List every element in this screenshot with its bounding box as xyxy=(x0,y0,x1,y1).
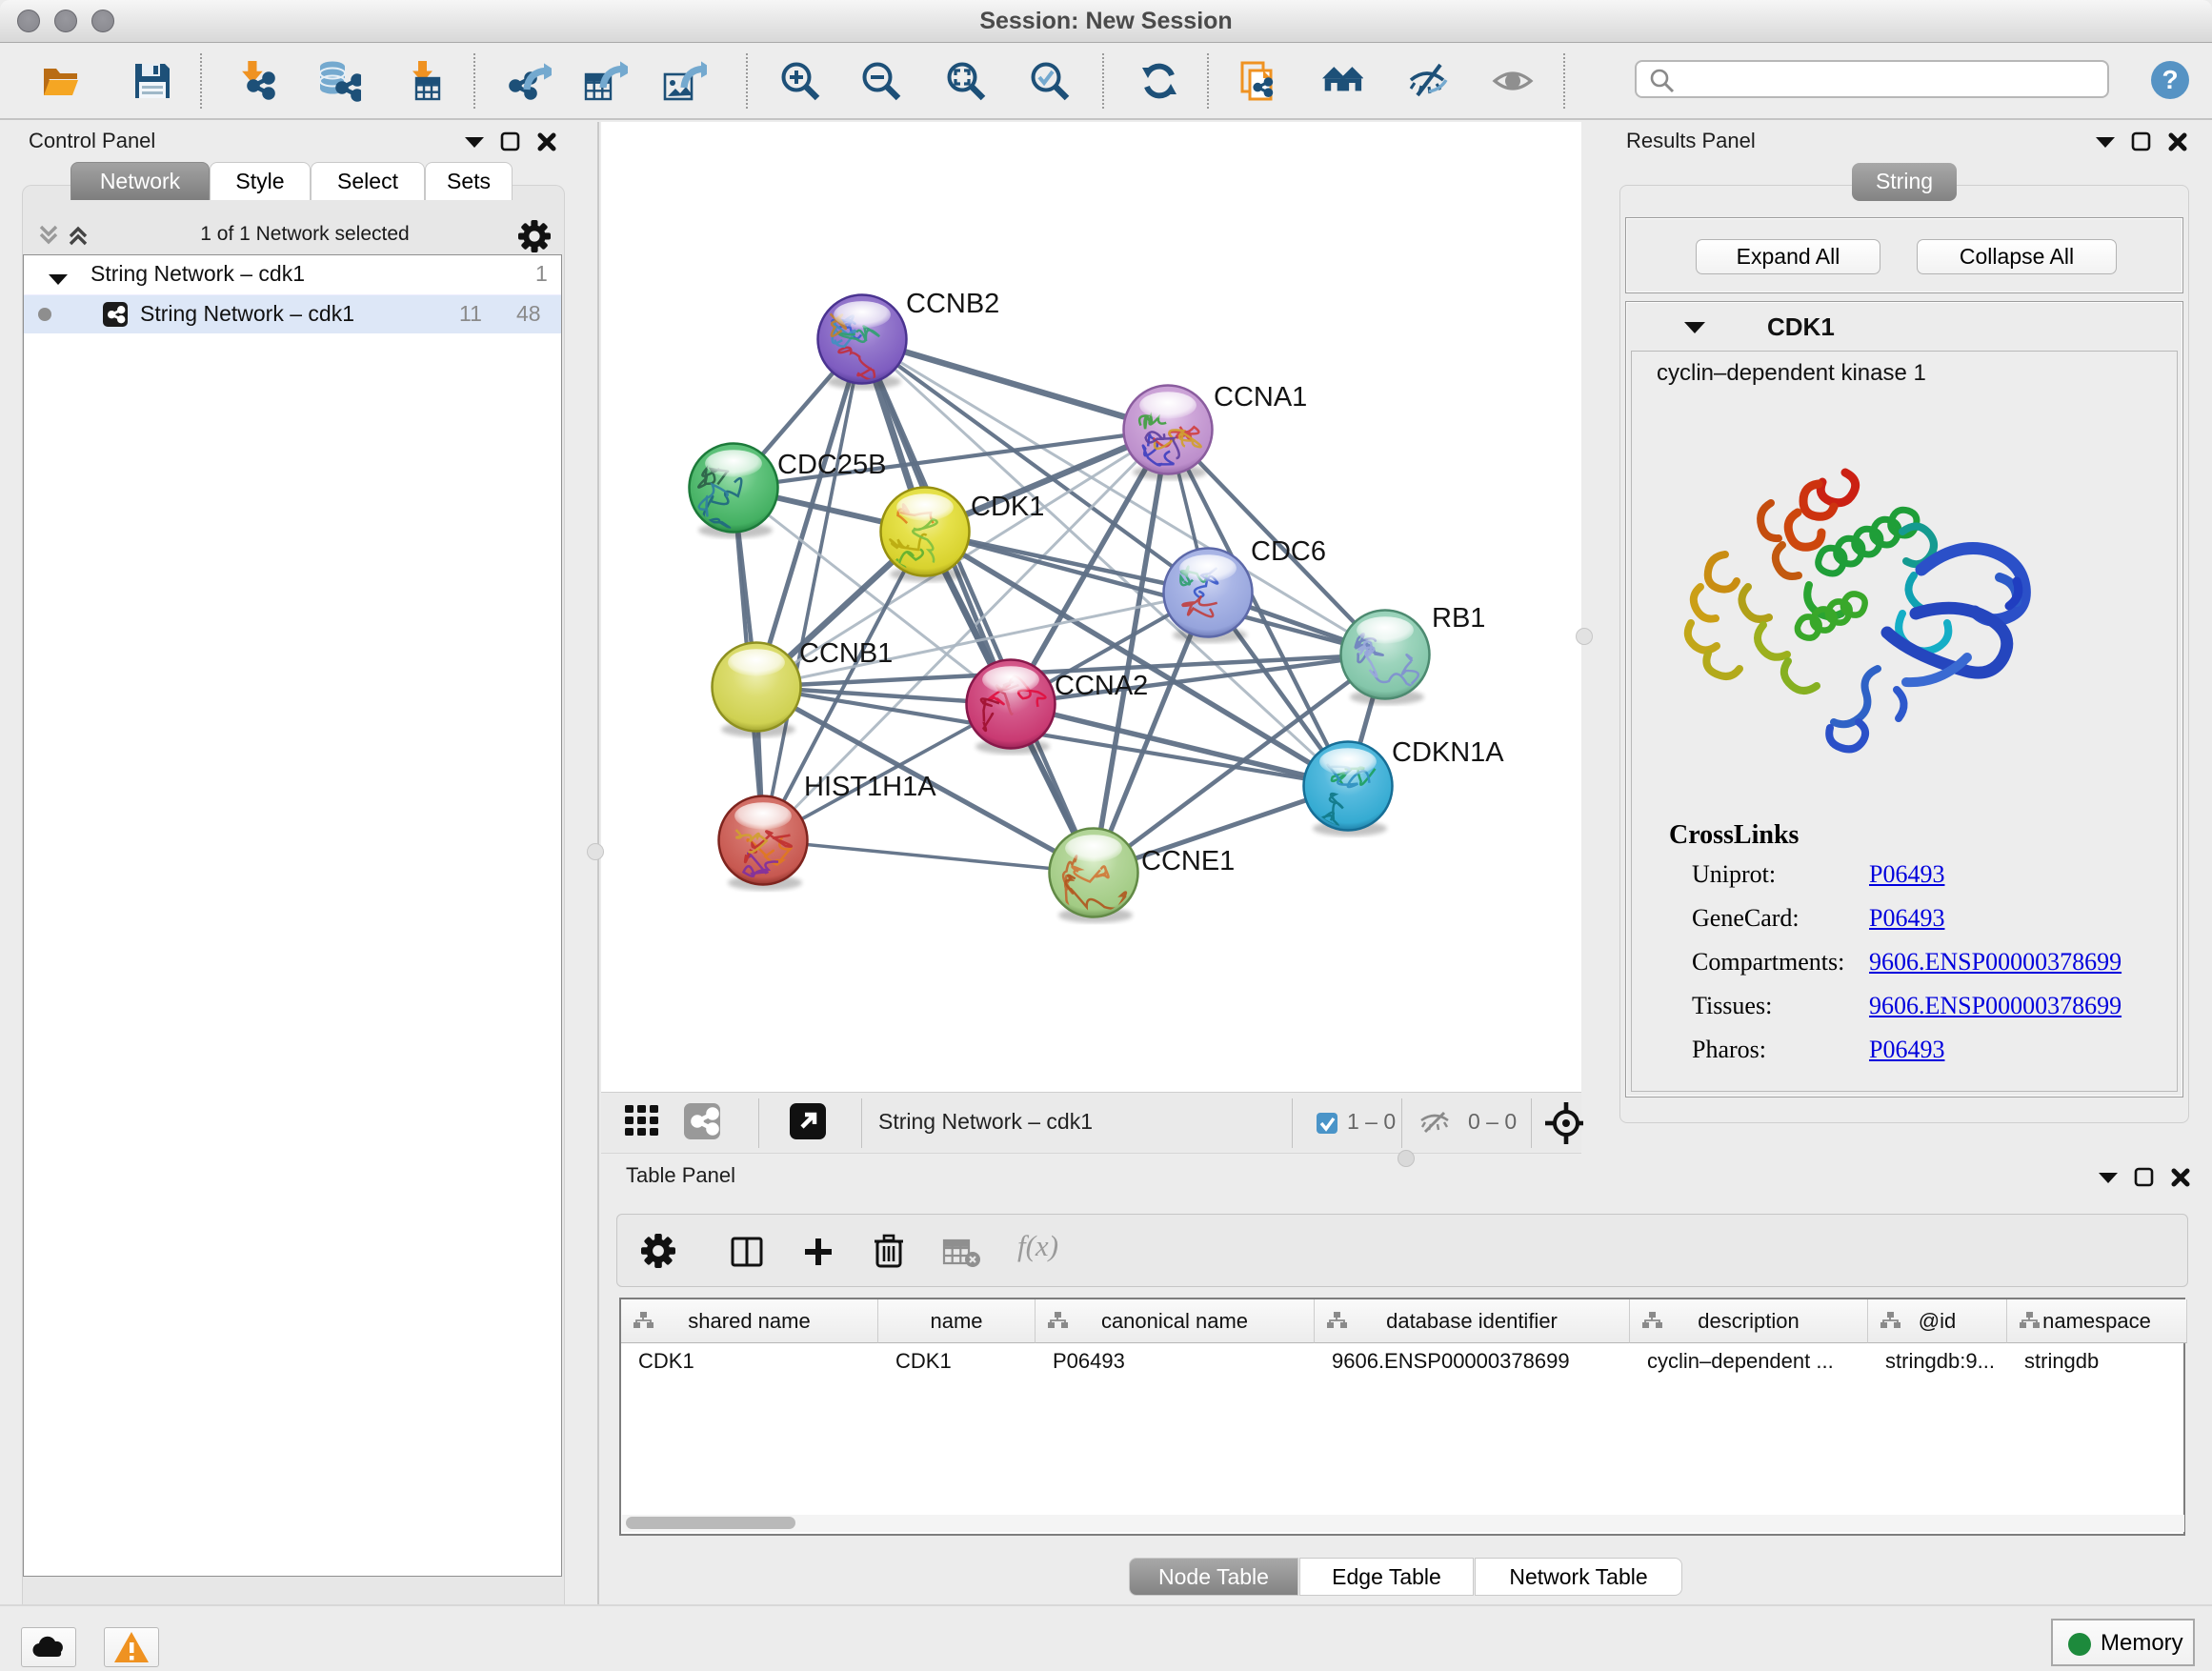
svg-text:CDK1: CDK1 xyxy=(971,492,1044,522)
svg-text:CDKN1A: CDKN1A xyxy=(1392,737,1504,768)
svg-text:CCNE1: CCNE1 xyxy=(1141,846,1235,876)
svg-text:RB1: RB1 xyxy=(1432,603,1485,634)
svg-text:?: ? xyxy=(2162,65,2178,94)
svg-text:CDC25B: CDC25B xyxy=(777,450,886,480)
svg-text:CCNB2: CCNB2 xyxy=(906,289,999,319)
svg-text:CDC6: CDC6 xyxy=(1251,536,1326,567)
svg-text:HIST1H1A: HIST1H1A xyxy=(804,772,936,802)
svg-text:CCNA2: CCNA2 xyxy=(1055,671,1148,701)
svg-text:CCNA1: CCNA1 xyxy=(1214,382,1307,413)
svg-text:CCNB1: CCNB1 xyxy=(799,638,893,669)
